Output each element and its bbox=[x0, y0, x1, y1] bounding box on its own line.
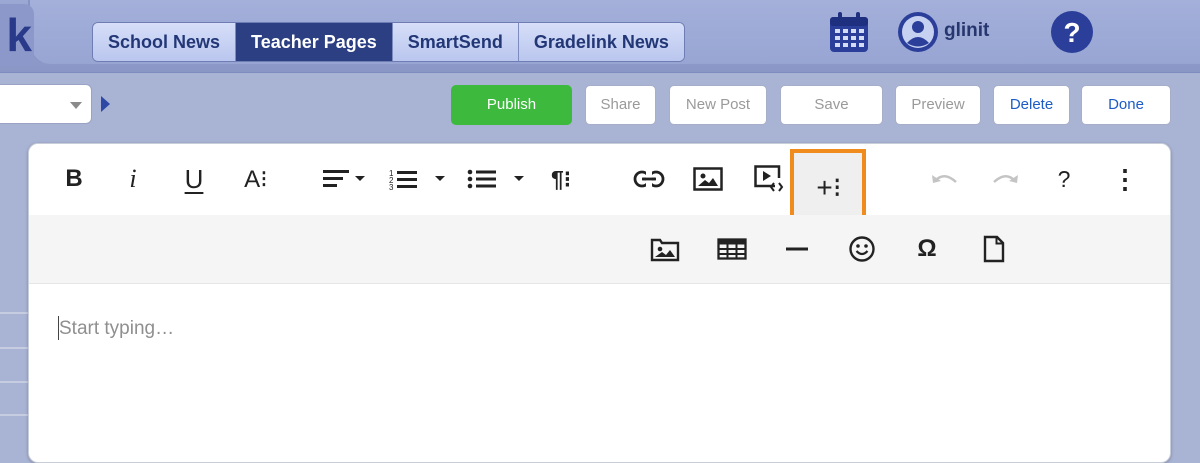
tab-teacher-pages[interactable]: Teacher Pages bbox=[236, 23, 393, 61]
svg-text:?: ? bbox=[1063, 17, 1080, 48]
done-button[interactable]: Done bbox=[1081, 85, 1171, 125]
help-button[interactable]: ? bbox=[1054, 163, 1074, 195]
svg-text:3: 3 bbox=[389, 183, 394, 191]
divider bbox=[0, 347, 28, 349]
table-icon bbox=[717, 238, 747, 260]
paragraph-format-button[interactable]: ¶⁝ bbox=[546, 163, 576, 195]
redo-icon bbox=[993, 175, 1018, 183]
new-post-button[interactable]: New Post bbox=[669, 85, 767, 125]
horizontal-line-button[interactable] bbox=[786, 233, 808, 265]
emoticons-button[interactable] bbox=[848, 233, 876, 265]
file-icon bbox=[983, 235, 1005, 263]
image-manager-button[interactable] bbox=[650, 233, 680, 265]
tab-school-news[interactable]: School News bbox=[93, 23, 237, 61]
more-insert-toolbar: Ω bbox=[29, 215, 1170, 284]
save-button[interactable]: Save bbox=[780, 85, 883, 125]
unordered-list-dropdown[interactable] bbox=[466, 163, 528, 195]
divider bbox=[0, 312, 28, 314]
publish-button[interactable]: Publish bbox=[451, 85, 572, 125]
ordered-list-icon: 1 2 3 bbox=[389, 169, 445, 191]
underline-glyph: U bbox=[184, 163, 204, 194]
share-button[interactable]: Share bbox=[585, 85, 656, 125]
redo-button[interactable] bbox=[990, 163, 1020, 195]
app-logo[interactable]: k bbox=[0, 4, 34, 66]
bold-button[interactable]: B bbox=[62, 163, 86, 195]
next-arrow-icon[interactable] bbox=[101, 96, 110, 112]
insert-file-button[interactable] bbox=[983, 233, 1005, 265]
italic-button[interactable]: i bbox=[123, 163, 143, 195]
user-avatar-icon[interactable] bbox=[896, 10, 940, 59]
align-dropdown[interactable] bbox=[321, 163, 369, 195]
delete-button[interactable]: Delete bbox=[993, 85, 1070, 125]
ordered-list-dropdown[interactable]: 1 2 3 bbox=[389, 163, 449, 195]
help-icon[interactable]: ? bbox=[1050, 10, 1094, 59]
link-icon bbox=[633, 169, 665, 189]
more-options-button[interactable]: ⋮ bbox=[1112, 163, 1138, 195]
tab-smartsend[interactable]: SmartSend bbox=[392, 23, 519, 61]
unordered-list-icon bbox=[467, 169, 524, 189]
insert-table-button[interactable] bbox=[716, 233, 748, 265]
post-select[interactable] bbox=[0, 84, 92, 124]
calendar-icon[interactable] bbox=[828, 10, 870, 59]
divider bbox=[0, 414, 28, 416]
underline-button[interactable]: U bbox=[181, 163, 207, 195]
undo-icon bbox=[932, 175, 957, 183]
image-icon bbox=[693, 167, 723, 191]
font-size-button[interactable]: A⁝ bbox=[240, 163, 272, 195]
more-insert-button[interactable]: +⁝ bbox=[809, 171, 849, 203]
tab-gradelink-news[interactable]: Gradelink News bbox=[518, 23, 684, 61]
divider bbox=[0, 381, 28, 383]
insert-video-button[interactable] bbox=[753, 163, 785, 195]
special-characters-button[interactable]: Ω bbox=[915, 233, 939, 265]
chevron-down-icon bbox=[70, 102, 82, 109]
align-left-icon bbox=[323, 170, 365, 187]
insert-image-button[interactable] bbox=[693, 163, 723, 195]
editor-placeholder[interactable]: Start typing… bbox=[59, 318, 174, 340]
user-name[interactable]: glinit bbox=[944, 20, 989, 42]
video-icon bbox=[754, 165, 784, 192]
insert-link-button[interactable] bbox=[633, 163, 665, 195]
editor-toolbar: B i U A⁝ 1 2 3 ¶⁝ +⁝ ? ⋮ bbox=[29, 144, 1170, 225]
rich-text-editor: B i U A⁝ 1 2 3 ¶⁝ +⁝ ? ⋮ Ω Start typing… bbox=[28, 143, 1171, 463]
nav-tabs: School News Teacher Pages SmartSend Grad… bbox=[92, 22, 685, 62]
horizontal-line-icon bbox=[786, 247, 808, 251]
smiley-icon bbox=[849, 236, 875, 262]
image-manager-icon bbox=[650, 238, 680, 262]
preview-button[interactable]: Preview bbox=[895, 85, 981, 125]
undo-button[interactable] bbox=[930, 163, 960, 195]
